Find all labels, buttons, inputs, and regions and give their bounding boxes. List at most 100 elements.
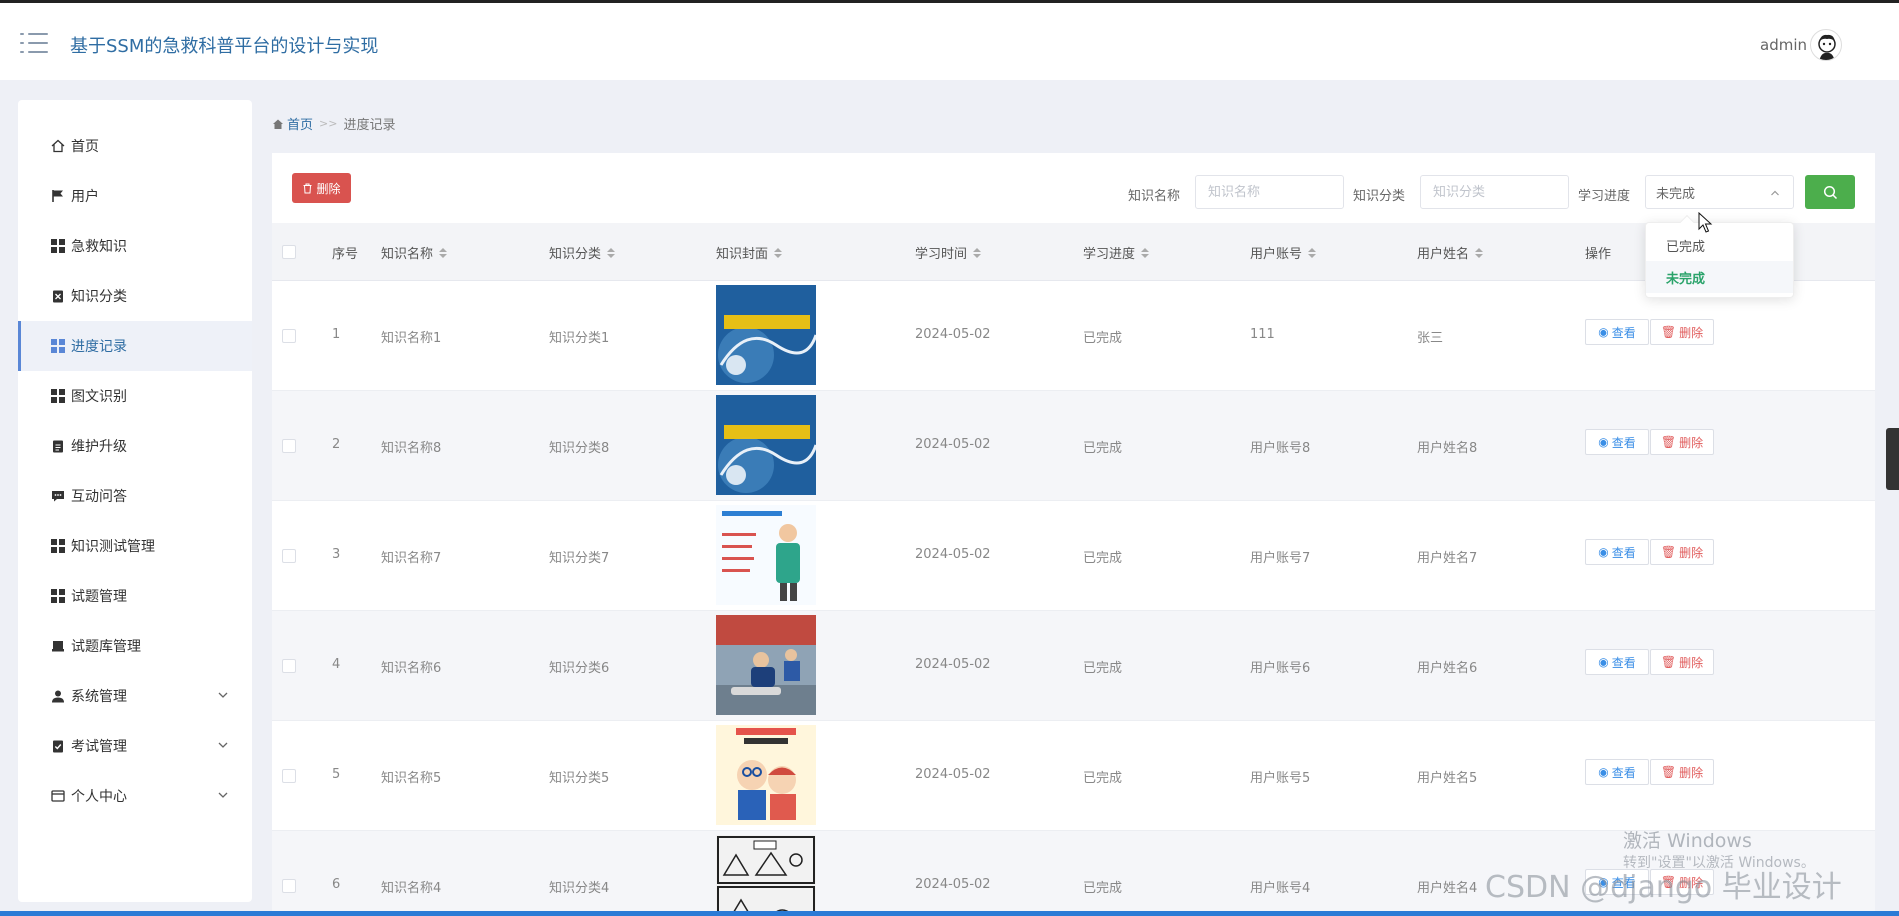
breadcrumb-home[interactable]: 首页 (272, 114, 313, 133)
row-delete-button[interactable]: 🗑 删除 (1650, 759, 1714, 785)
sidebar-item-label: 用户 (71, 189, 99, 205)
row-delete-button[interactable]: 🗑 删除 (1650, 429, 1714, 455)
row-checkbox[interactable] (282, 879, 296, 893)
cell-progress: 已完成 (1083, 881, 1123, 896)
cell-name: 知识名称6 (381, 661, 442, 676)
sidebar-item-maintenance[interactable]: 维护升级 (18, 421, 252, 471)
sidebar-item-label: 急救知识 (71, 239, 127, 255)
row-checkbox[interactable] (282, 769, 296, 783)
cell-category: 知识分类5 (549, 771, 610, 786)
menu-toggle-icon[interactable] (20, 31, 48, 55)
sidebar-item-image-recognition[interactable]: 图文识别 (18, 371, 252, 421)
sidebar-item-label: 知识测试管理 (71, 539, 155, 555)
search-button[interactable] (1805, 175, 1855, 209)
cover-image[interactable] (716, 725, 816, 825)
column-header-category[interactable]: 知识分类 (549, 243, 616, 262)
top-header: 基于SSM的急救科普平台的设计与实现 admin (0, 0, 1899, 80)
column-header-username[interactable]: 用户姓名 (1417, 243, 1484, 262)
sidebar-item-questions[interactable]: 试题管理 (18, 571, 252, 621)
filter-name-input[interactable] (1195, 175, 1344, 209)
mouse-cursor-icon (1698, 212, 1713, 233)
view-button[interactable]: ◉ 查看 (1585, 319, 1649, 345)
cover-image[interactable] (716, 395, 816, 495)
filter-category-input[interactable] (1420, 175, 1569, 209)
sidebar-item-knowledge-test[interactable]: 知识测试管理 (18, 521, 252, 571)
filter-progress-select[interactable]: 未完成 (1645, 175, 1794, 209)
column-header-progress[interactable]: 学习进度 (1083, 243, 1150, 262)
cell-category: 知识分类4 (549, 881, 610, 896)
view-button[interactable]: ◉ 查看 (1585, 649, 1649, 675)
cell-account: 用户账号5 (1250, 771, 1311, 786)
sidebar-item-label: 首页 (71, 139, 99, 155)
sidebar-item-exam[interactable]: 考试管理 (18, 721, 252, 771)
row-checkbox[interactable] (282, 439, 296, 453)
cover-image[interactable] (716, 615, 816, 715)
sidebar-item-system[interactable]: 系统管理 (18, 671, 252, 721)
cell-category: 知识分类1 (549, 331, 610, 346)
view-button[interactable]: ◉ 查看 (1585, 539, 1649, 565)
trash-icon: 🗑 (1660, 435, 1677, 449)
sort-icon (1141, 247, 1150, 258)
cover-image[interactable] (716, 835, 816, 916)
avatar[interactable] (1810, 29, 1842, 61)
cell-category: 知识分类8 (549, 441, 610, 456)
sort-icon (607, 247, 616, 258)
row-checkbox[interactable] (282, 329, 296, 343)
table-row: 4 知识名称6 知识分类6 2024-05-02 已完成 用户账号6 用户姓名6… (272, 611, 1875, 721)
column-header-time[interactable]: 学习时间 (915, 243, 982, 262)
sidebar-item-users[interactable]: 用户 (18, 171, 252, 221)
cell-username: 用户姓名7 (1417, 551, 1478, 566)
eye-icon: ◉ (1598, 655, 1609, 669)
cell-progress: 已完成 (1083, 331, 1123, 346)
cell-time: 2024-05-02 (915, 877, 991, 892)
dropdown-option-incomplete[interactable]: 未完成 (1646, 261, 1793, 293)
row-delete-button[interactable]: 🗑 删除 (1650, 539, 1714, 565)
sidebar-item-label: 试题管理 (71, 589, 127, 605)
clipboard-check-icon (50, 738, 66, 754)
view-button[interactable]: ◉ 查看 (1585, 429, 1649, 455)
breadcrumb-home-label: 首页 (287, 118, 314, 133)
sidebar-item-first-aid-knowledge[interactable]: 急救知识 (18, 221, 252, 271)
batch-delete-button[interactable]: 删除 (292, 173, 351, 203)
sidebar-item-label: 考试管理 (71, 739, 127, 755)
column-header-cover[interactable]: 知识封面 (716, 243, 783, 262)
cell-time: 2024-05-02 (915, 547, 991, 562)
row-delete-button[interactable]: 🗑 删除 (1650, 649, 1714, 675)
chevron-down-icon (218, 742, 228, 748)
sort-icon (1308, 247, 1317, 258)
sidebar-item-question-bank[interactable]: 试题库管理 (18, 621, 252, 671)
column-header-name[interactable]: 知识名称 (381, 243, 448, 262)
cell-username: 用户姓名6 (1417, 661, 1478, 676)
batch-delete-label: 删除 (316, 181, 341, 196)
cover-image[interactable] (716, 285, 816, 385)
grid-icon (50, 238, 66, 254)
user-name[interactable]: admin (1760, 36, 1807, 54)
cell-account: 用户账号7 (1250, 551, 1311, 566)
app-title: 基于SSM的急救科普平台的设计与实现 (70, 36, 379, 57)
eye-icon: ◉ (1598, 435, 1609, 449)
view-button[interactable]: ◉ 查看 (1585, 759, 1649, 785)
grid-icon (50, 588, 66, 604)
sidebar-item-home[interactable]: 首页 (18, 121, 252, 171)
sidebar-item-label: 试题库管理 (71, 639, 141, 655)
side-collapse-tab[interactable] (1886, 428, 1899, 490)
select-all-checkbox[interactable] (282, 245, 296, 259)
trash-icon: 🗑 (1660, 765, 1677, 779)
sidebar-item-profile[interactable]: 个人中心 (18, 771, 252, 821)
sidebar-item-progress-records[interactable]: 进度记录 (18, 321, 252, 371)
sidebar-item-knowledge-category[interactable]: 知识分类 (18, 271, 252, 321)
sidebar-item-qa[interactable]: 互动问答 (18, 471, 252, 521)
trash-icon: 🗑 (1660, 325, 1677, 339)
row-checkbox[interactable] (282, 549, 296, 563)
column-header-account[interactable]: 用户账号 (1250, 243, 1317, 262)
column-header-index: 序号 (332, 247, 359, 262)
bottom-progress-bar (0, 911, 1899, 916)
cover-image[interactable] (716, 505, 816, 605)
cell-time: 2024-05-02 (915, 327, 991, 342)
cell-index: 6 (332, 877, 341, 892)
row-delete-button[interactable]: 🗑 删除 (1650, 319, 1714, 345)
dropdown-option-completed[interactable]: 已完成 (1646, 229, 1793, 261)
row-checkbox[interactable] (282, 659, 296, 673)
eye-icon: ◉ (1598, 765, 1609, 779)
home-icon (50, 138, 66, 154)
